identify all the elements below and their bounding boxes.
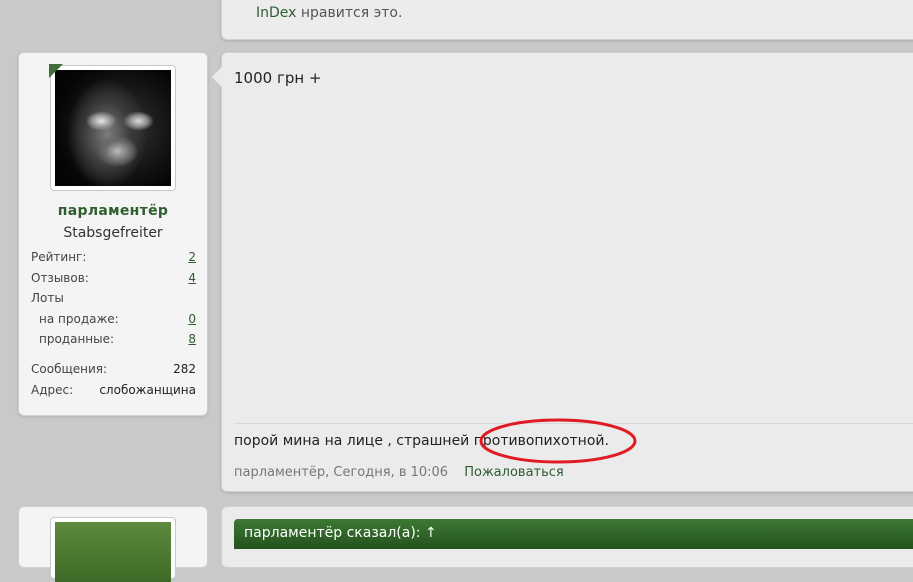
next-avatar[interactable] bbox=[50, 517, 176, 582]
reviews-link[interactable]: 4 bbox=[188, 271, 196, 285]
stat-label: проданные: bbox=[39, 332, 115, 346]
post-meta: парламентёр, Сегодня, в 10:06 Пожаловать… bbox=[234, 465, 564, 480]
username-link[interactable]: парламентёр bbox=[19, 203, 207, 219]
stat-lots: Лоты bbox=[31, 291, 196, 305]
stat-rating: Рейтинг: 2 bbox=[31, 250, 196, 264]
stat-selling: на продаже: 0 bbox=[39, 312, 196, 326]
post-message: 1000 грн + bbox=[234, 69, 322, 87]
user-info-card: парламентёр Stabsgefreiter Рейтинг: 2 От… bbox=[18, 52, 208, 416]
quote-header[interactable]: парламентёр сказал(а): ↑ bbox=[234, 519, 913, 549]
avatar[interactable] bbox=[49, 64, 176, 191]
likes-summary: InDex нравится это. bbox=[256, 5, 402, 21]
address-value: слобожанщина bbox=[99, 383, 196, 397]
stat-label: Лоты bbox=[31, 291, 64, 305]
next-post-body: парламентёр сказал(а): ↑ bbox=[221, 506, 913, 568]
next-avatar-image[interactable] bbox=[55, 522, 171, 582]
liker-link[interactable]: InDex bbox=[256, 5, 296, 21]
stat-label: Адрес: bbox=[31, 383, 74, 397]
sold-link[interactable]: 8 bbox=[188, 332, 196, 346]
report-link[interactable]: Пожаловаться bbox=[464, 465, 564, 480]
post-pointer-fill bbox=[212, 67, 222, 87]
messages-count: 282 bbox=[173, 362, 196, 376]
likes-suffix: нравится это. bbox=[300, 5, 403, 21]
next-user-info-card bbox=[18, 506, 208, 582]
selling-link[interactable]: 0 bbox=[188, 312, 196, 326]
stat-label: Отзывов: bbox=[31, 271, 89, 285]
quote-header-text[interactable]: парламентёр сказал(а): ↑ bbox=[244, 525, 437, 541]
stat-address: Адрес: слобожанщина bbox=[31, 383, 196, 397]
stat-sold: проданные: 8 bbox=[39, 332, 196, 346]
red-ellipse-annotation bbox=[479, 418, 637, 464]
previous-post: InDex нравится это. bbox=[221, 0, 913, 40]
stat-label: Рейтинг: bbox=[31, 250, 87, 264]
post-author[interactable]: парламентёр bbox=[234, 465, 325, 480]
avatar-image[interactable] bbox=[55, 70, 171, 186]
post-time[interactable]: Сегодня, в 10:06 bbox=[333, 465, 448, 480]
post-body: 1000 грн + порой мина на лице , страшней… bbox=[211, 52, 913, 492]
stat-label: Сообщения: bbox=[31, 362, 108, 376]
online-indicator-icon bbox=[49, 64, 63, 78]
stat-label: на продаже: bbox=[39, 312, 119, 326]
rating-link[interactable]: 2 bbox=[188, 250, 196, 264]
stat-reviews: Отзывов: 4 bbox=[31, 271, 196, 285]
user-title: Stabsgefreiter bbox=[63, 225, 163, 241]
stat-messages: Сообщения: 282 bbox=[31, 362, 196, 376]
